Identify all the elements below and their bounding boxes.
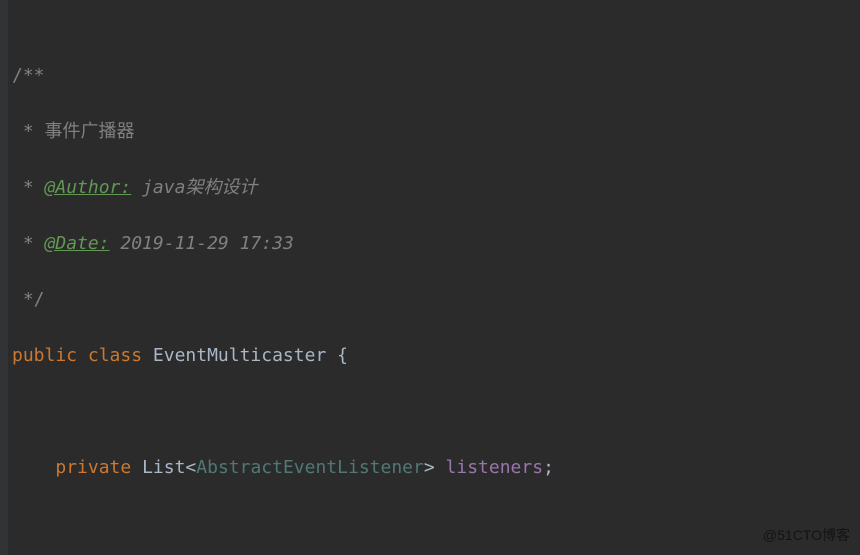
blank-line (12, 510, 860, 538)
code-editor[interactable]: /** * 事件广播器 * @Author: java架构设计 * @Date:… (0, 0, 860, 555)
field-decl: private List<AbstractEventListener> list… (12, 454, 860, 482)
doc-close: */ (12, 286, 860, 314)
blank-line (12, 398, 860, 426)
gutter (0, 0, 8, 555)
watermark: @51CTO博客 (763, 521, 850, 549)
doc-date: * @Date: 2019-11-29 17:33 (12, 230, 860, 258)
doc-author: * @Author: java架构设计 (12, 174, 860, 202)
class-decl: public class EventMulticaster { (12, 342, 860, 370)
doc-open: /** (12, 62, 860, 90)
doc-desc: * 事件广播器 (12, 118, 860, 146)
code-area[interactable]: /** * 事件广播器 * @Author: java架构设计 * @Date:… (12, 0, 860, 555)
